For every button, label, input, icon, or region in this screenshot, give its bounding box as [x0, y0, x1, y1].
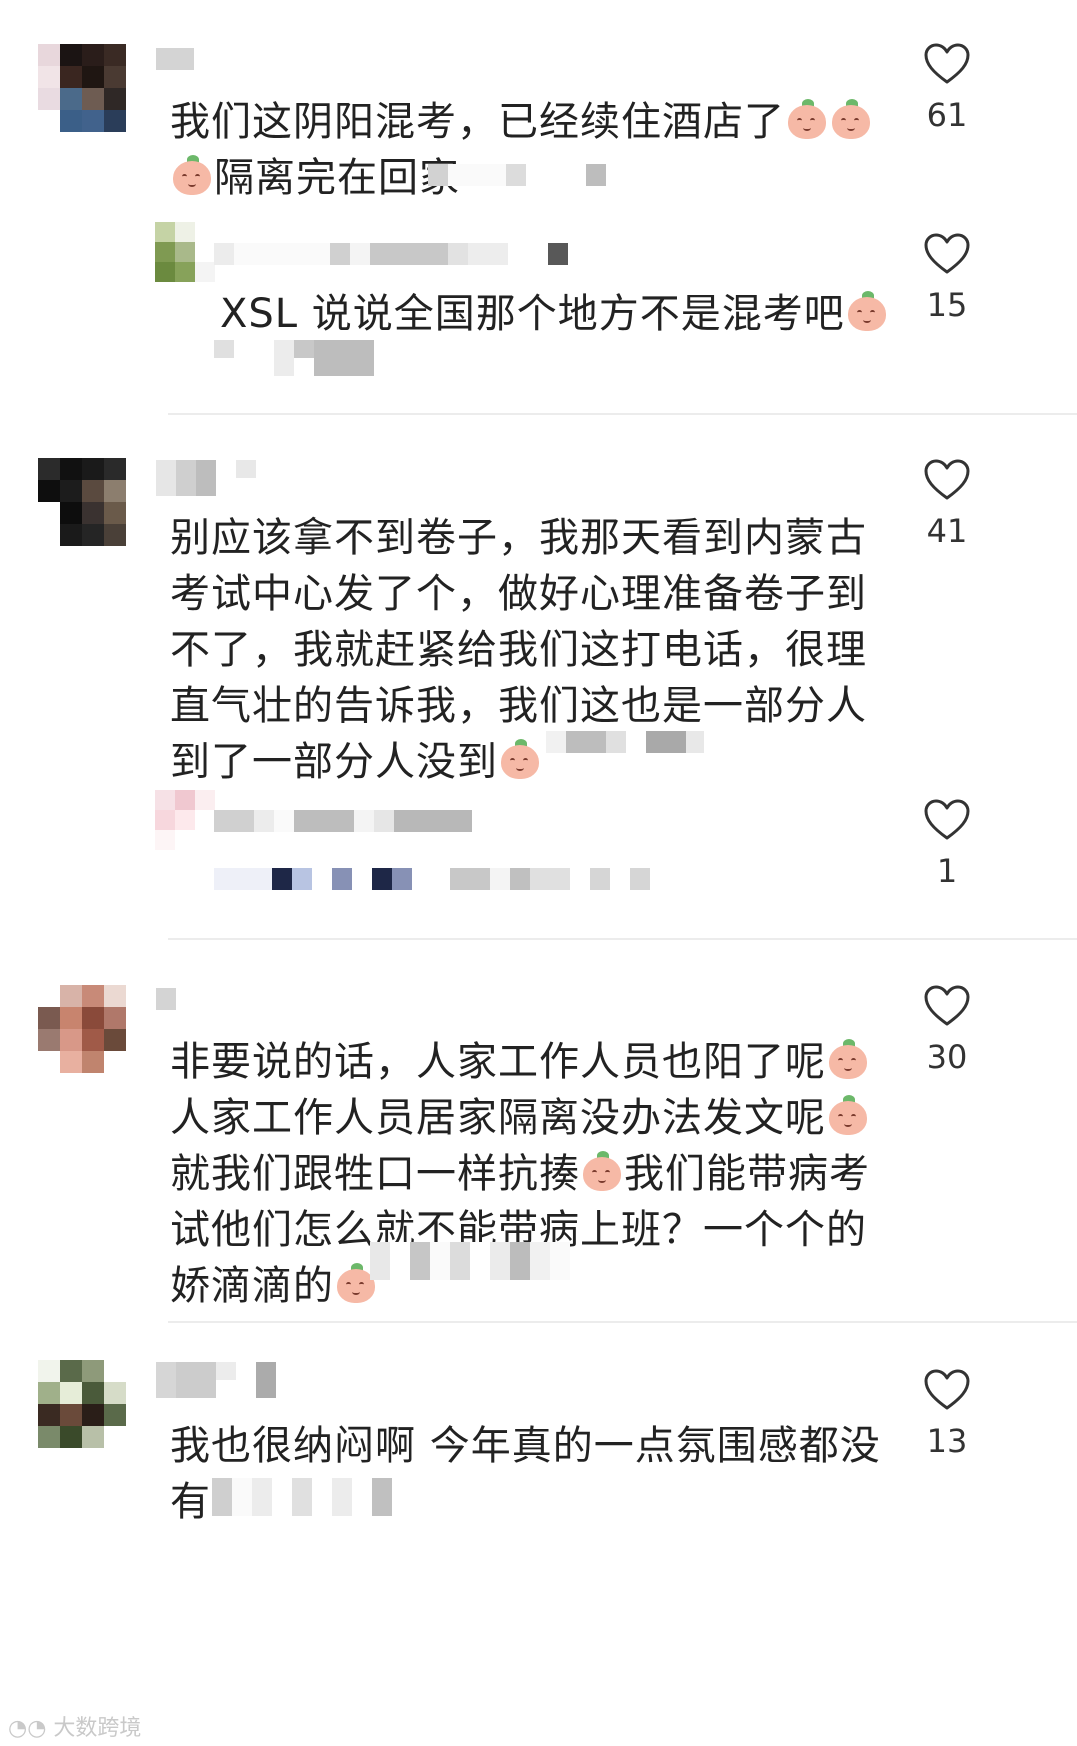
reply-meta-redacted	[214, 340, 374, 376]
heart-outline-icon	[924, 459, 970, 500]
avatar[interactable]	[38, 1360, 126, 1448]
heart-outline-icon	[924, 43, 970, 84]
reply-text-redacted	[214, 868, 650, 890]
username-redacted[interactable]	[156, 988, 176, 1010]
shy-face-emoji-icon	[846, 291, 888, 333]
heart-outline-icon	[924, 985, 970, 1026]
heart-outline-icon	[924, 799, 970, 840]
meta-redacted	[546, 731, 704, 753]
like-button[interactable]: 30	[912, 984, 982, 1076]
comment-text: 别应该拿不到卷子，我那天看到内蒙古 考试中心发了个，做好心理准备卷子到 不了，我…	[170, 515, 867, 785]
like-count: 41	[926, 512, 968, 550]
like-count: 1	[936, 852, 958, 890]
like-count: 30	[926, 1038, 968, 1076]
reply-username-redacted[interactable]	[214, 810, 472, 832]
like-count: 13	[926, 1422, 968, 1460]
like-button[interactable]: 61	[912, 42, 982, 134]
divider	[168, 1321, 1077, 1323]
like-button[interactable]: 41	[912, 458, 982, 550]
peach-face-emoji-icon	[827, 1095, 869, 1137]
watermark: ◔◔ 大数跨境	[8, 1710, 141, 1742]
meta-redacted	[212, 1478, 392, 1516]
reply-avatar[interactable]	[155, 790, 215, 850]
reply-username-redacted[interactable]	[214, 243, 568, 265]
avatar[interactable]	[38, 985, 126, 1073]
like-count: 15	[926, 286, 968, 324]
avatar[interactable]	[38, 458, 126, 546]
peach-face-emoji-icon	[786, 99, 828, 141]
watermark-logo-icon: ◔◔	[8, 1716, 47, 1741]
heart-outline-icon	[924, 233, 970, 274]
meta-redacted	[370, 1242, 570, 1280]
peach-face-emoji-icon	[827, 1039, 869, 1081]
username-redacted[interactable]	[156, 48, 194, 70]
username-redacted[interactable]	[156, 1362, 276, 1398]
like-count: 61	[926, 96, 968, 134]
comment-text: 我们这阴阳混考，已经续住酒店了 隔离完在回家	[170, 94, 890, 206]
divider	[168, 413, 1077, 415]
reply-avatar[interactable]	[155, 222, 215, 282]
meta-redacted	[428, 164, 606, 186]
like-button[interactable]: 13	[912, 1368, 982, 1460]
watermark-text: 大数跨境	[53, 1716, 142, 1741]
divider	[168, 938, 1077, 940]
username-redacted[interactable]	[156, 460, 256, 496]
reply-like-button[interactable]: 15	[912, 232, 982, 324]
peach-face-emoji-icon	[499, 739, 541, 781]
avatar[interactable]	[38, 44, 126, 132]
peach-face-emoji-icon	[581, 1151, 623, 1193]
peach-face-emoji-icon	[171, 155, 213, 197]
peach-face-emoji-icon	[830, 99, 872, 141]
reply-like-button[interactable]: 1	[912, 798, 982, 890]
heart-outline-icon	[924, 1369, 970, 1410]
reply-text: XSL 说说全国那个地方不是混考吧	[220, 286, 900, 342]
